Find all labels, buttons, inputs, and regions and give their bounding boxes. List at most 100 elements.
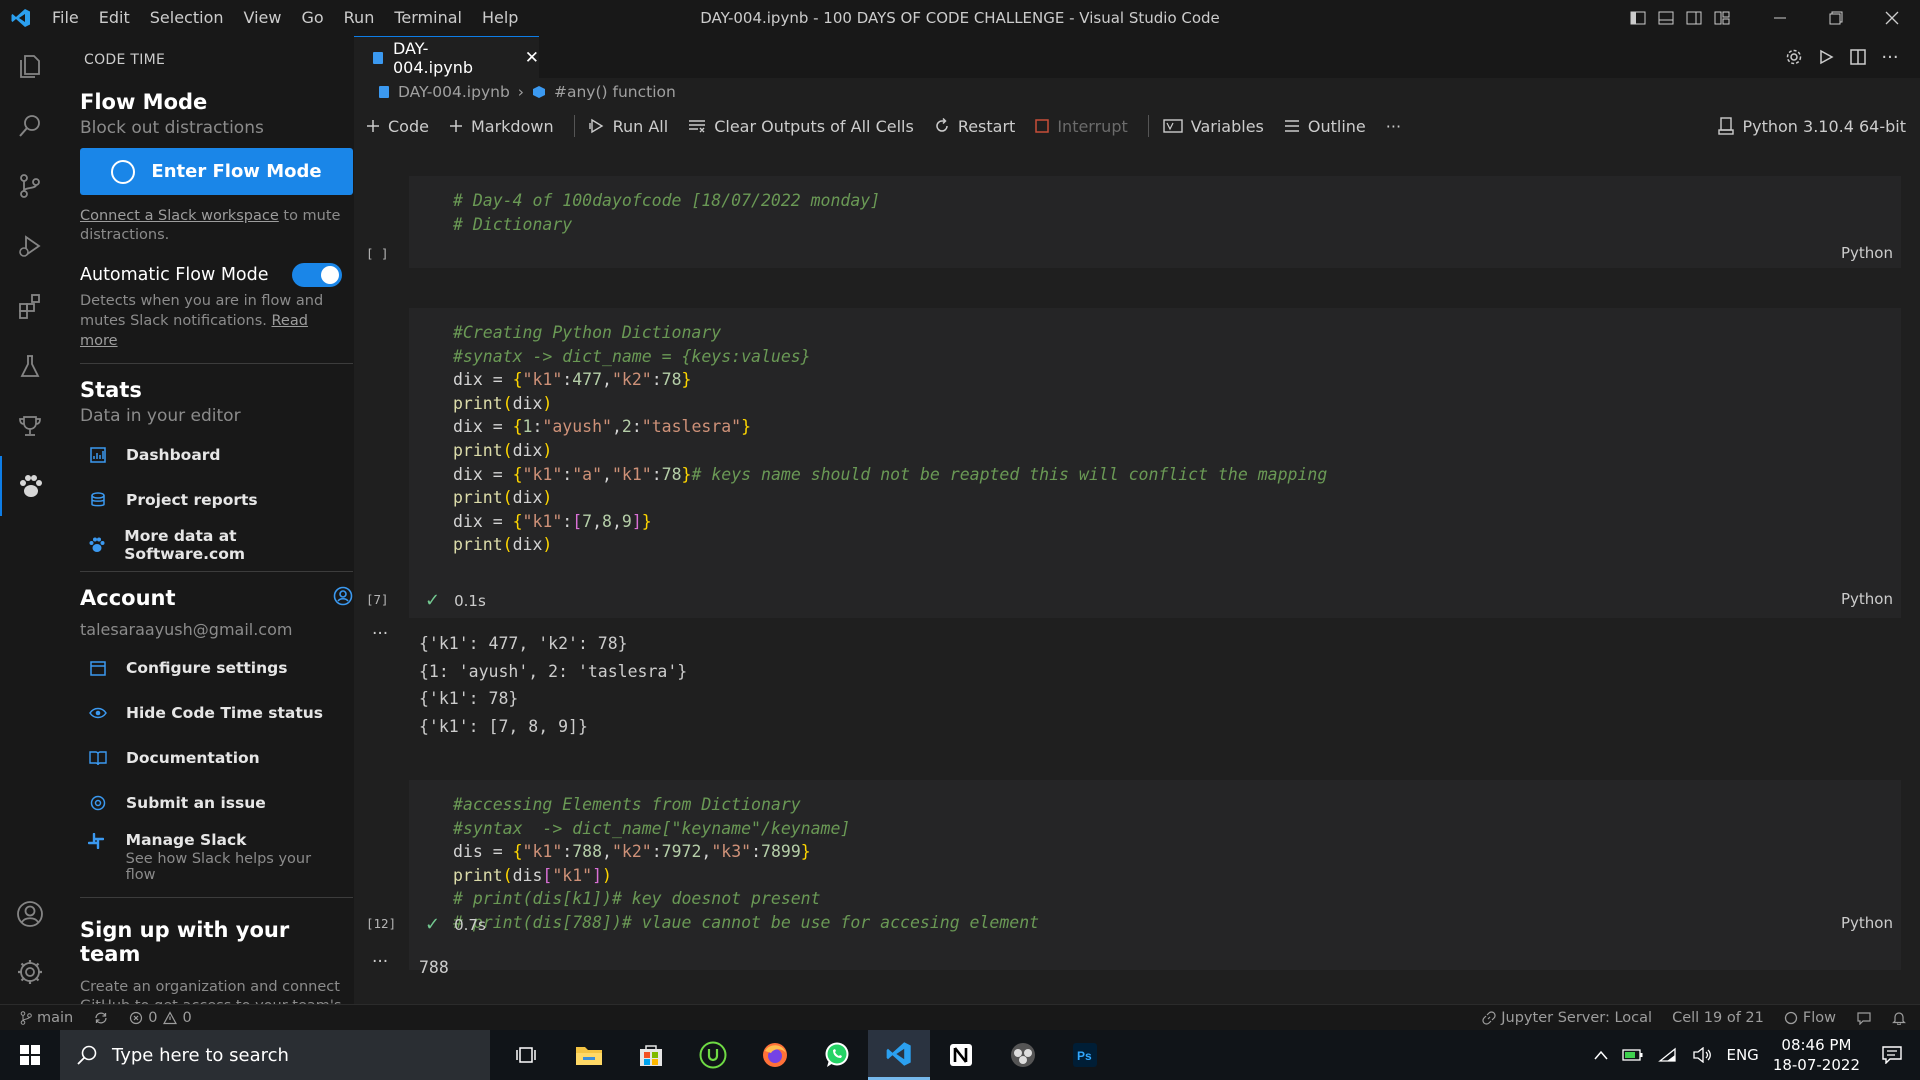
flow-status[interactable]: Flow xyxy=(1784,1010,1836,1026)
photoshop-icon[interactable]: Ps xyxy=(1054,1030,1116,1080)
breadcrumb-symbol[interactable]: #any() function xyxy=(554,83,676,101)
cell-code[interactable]: # Day-4 of 100dayofcode [18/07/2022 mond… xyxy=(453,189,880,236)
automatic-flow-toggle[interactable] xyxy=(292,263,342,287)
divider xyxy=(80,571,353,572)
interrupt-button[interactable]: Interrupt xyxy=(1035,117,1128,136)
tab-day-004[interactable]: DAY-004.ipynb ✕ xyxy=(354,36,539,78)
code-cell[interactable]: #accessing Elements from Dictionary #syn… xyxy=(409,780,1901,970)
cell-code[interactable]: #Creating Python Dictionary #synatx -> d… xyxy=(453,321,1327,557)
volume-icon[interactable] xyxy=(1692,1047,1712,1063)
file-explorer-icon[interactable] xyxy=(558,1030,620,1080)
sidebar-item-documentation[interactable]: Documentation xyxy=(88,735,342,780)
accounts-icon[interactable] xyxy=(0,884,60,944)
toggle-primary-sidebar-icon[interactable] xyxy=(1624,0,1652,36)
clear-outputs-label: Clear Outputs of All Cells xyxy=(714,116,914,136)
add-code-cell-button[interactable]: Code xyxy=(366,117,429,136)
cell-position-status[interactable]: Cell 19 of 21 xyxy=(1672,1010,1764,1026)
menu-run[interactable]: Run xyxy=(334,0,385,36)
sync-icon[interactable] xyxy=(93,1011,109,1025)
source-control-icon[interactable] xyxy=(0,156,60,216)
outline-button[interactable]: Outline xyxy=(1284,117,1366,136)
run-icon[interactable] xyxy=(1810,49,1842,65)
sidebar-item-manage-slack[interactable]: Manage Slack See how Slack helps your fl… xyxy=(87,831,342,883)
menu-terminal[interactable]: Terminal xyxy=(384,0,472,36)
upwork-app-icon[interactable] xyxy=(682,1030,744,1080)
wifi-icon[interactable] xyxy=(1658,1047,1678,1063)
davinci-resolve-icon[interactable] xyxy=(992,1030,1054,1080)
sidebar-item-project-reports[interactable]: Project reports xyxy=(88,477,342,522)
notebook-settings-gear-icon[interactable] xyxy=(1778,48,1810,66)
connect-slack-link[interactable]: Connect a Slack workspace xyxy=(80,208,279,224)
link-icon xyxy=(1482,1010,1496,1025)
manage-gear-icon[interactable] xyxy=(0,942,60,1002)
sidebar-item-configure-settings[interactable]: Configure settings xyxy=(88,645,342,690)
menu-help[interactable]: Help xyxy=(472,0,528,36)
firefox-icon[interactable] xyxy=(744,1030,806,1080)
account-user-icon[interactable] xyxy=(333,586,353,610)
search-icon[interactable] xyxy=(0,96,60,156)
output-menu-dots[interactable]: ··· xyxy=(372,624,388,644)
notion-icon[interactable] xyxy=(930,1030,992,1080)
enter-flow-mode-button[interactable]: Enter Flow Mode xyxy=(80,148,353,195)
code-cell[interactable]: #Creating Python Dictionary #synatx -> d… xyxy=(409,308,1901,618)
more-actions-icon[interactable]: ··· xyxy=(1874,47,1906,68)
vscode-taskbar-icon[interactable] xyxy=(868,1030,930,1080)
kernel-picker[interactable]: Python 3.10.4 64-bit xyxy=(1718,106,1906,146)
taskbar-search-input[interactable]: Type here to search xyxy=(60,1030,490,1080)
jupyter-server-status[interactable]: Jupyter Server: Local xyxy=(1482,1010,1652,1026)
cell-language[interactable]: Python xyxy=(1841,244,1893,262)
menu-edit[interactable]: Edit xyxy=(89,0,140,36)
customize-layout-icon[interactable] xyxy=(1708,0,1736,36)
menu-view[interactable]: View xyxy=(234,0,292,36)
input-language[interactable]: ENG xyxy=(1726,1046,1758,1064)
split-editor-icon[interactable] xyxy=(1842,49,1874,65)
sidebar-item-software-com[interactable]: More data at Software.com xyxy=(88,522,342,567)
clock[interactable]: 08:46 PM 18-07-2022 xyxy=(1773,1035,1860,1075)
task-view-icon[interactable] xyxy=(496,1030,558,1080)
notifications-bell-icon[interactable] xyxy=(1892,1011,1906,1025)
cell-language[interactable]: Python xyxy=(1841,914,1893,932)
action-center-icon[interactable] xyxy=(1882,1046,1902,1064)
close-tab-icon[interactable]: ✕ xyxy=(525,48,539,68)
toggle-panel-icon[interactable] xyxy=(1652,0,1680,36)
run-debug-icon[interactable] xyxy=(0,216,60,276)
problems-status[interactable]: 0 0 xyxy=(129,1010,192,1026)
menu-file[interactable]: File xyxy=(42,0,89,36)
close-window-button[interactable] xyxy=(1864,0,1920,36)
extensions-icon[interactable] xyxy=(0,276,60,336)
windows-start-icon[interactable] xyxy=(0,1030,60,1080)
battery-icon[interactable] xyxy=(1622,1048,1644,1062)
restart-button[interactable]: Restart xyxy=(934,117,1015,136)
clear-outputs-button[interactable]: Clear Outputs of All Cells xyxy=(688,117,914,136)
sidebar-item-submit-issue[interactable]: Submit an issue xyxy=(88,780,342,825)
add-markdown-cell-button[interactable]: Markdown xyxy=(449,117,554,136)
run-all-button[interactable]: Run All xyxy=(588,117,668,136)
sidebar-item-dashboard[interactable]: Dashboard xyxy=(88,432,342,477)
toggle-secondary-sidebar-icon[interactable] xyxy=(1680,0,1708,36)
automatic-flow-row: Automatic Flow Mode xyxy=(80,263,342,287)
breadcrumb-file[interactable]: DAY-004.ipynb xyxy=(398,83,510,101)
sidebar-item-hide-status[interactable]: Hide Code Time status xyxy=(88,690,342,735)
account-title: Account xyxy=(80,586,176,610)
code-time-paw-icon[interactable] xyxy=(0,456,60,516)
cell-code[interactable]: #accessing Elements from Dictionary #syn… xyxy=(453,793,1039,935)
notebook-file-icon xyxy=(378,85,390,99)
cell-language[interactable]: Python xyxy=(1841,590,1893,608)
trophy-icon[interactable] xyxy=(0,396,60,456)
window-controls xyxy=(1624,0,1920,36)
chevron-up-icon[interactable] xyxy=(1594,1050,1609,1060)
testing-flask-icon[interactable] xyxy=(0,336,60,396)
variables-button[interactable]: Variables xyxy=(1163,117,1264,136)
more-toolbar-button[interactable]: ··· xyxy=(1386,117,1401,136)
feedback-icon[interactable] xyxy=(1856,1011,1872,1025)
minimize-button[interactable] xyxy=(1752,0,1808,36)
branch-status[interactable]: main xyxy=(20,1010,73,1026)
microsoft-store-icon[interactable] xyxy=(620,1030,682,1080)
output-menu-dots[interactable]: ··· xyxy=(372,952,388,972)
code-cell[interactable]: # Day-4 of 100dayofcode [18/07/2022 mond… xyxy=(409,176,1901,268)
menu-selection[interactable]: Selection xyxy=(140,0,234,36)
menu-go[interactable]: Go xyxy=(291,0,333,36)
restore-button[interactable] xyxy=(1808,0,1864,36)
whatsapp-icon[interactable] xyxy=(806,1030,868,1080)
explorer-icon[interactable] xyxy=(0,36,60,96)
